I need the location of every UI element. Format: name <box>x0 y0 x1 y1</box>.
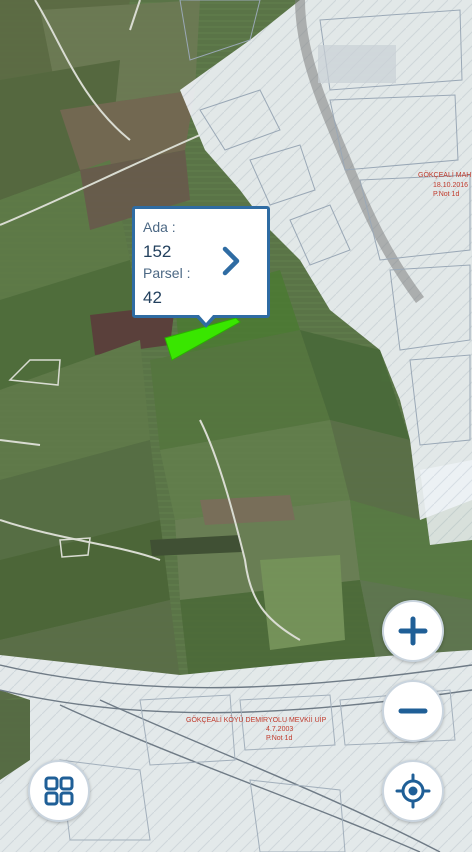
map-label-village: GÖKÇEALİ MAH <box>418 170 471 179</box>
ada-value: 152 <box>143 242 172 261</box>
minus-icon <box>398 708 428 714</box>
zoom-in-button[interactable] <box>382 600 444 662</box>
parsel-label: Parsel : <box>143 265 191 281</box>
map-label-rail-plan-title: GÖKÇEALİ KÖYÜ DEMİRYOLU MEVKİİ UİP <box>186 715 327 724</box>
map-label-rail-plan-note: P.Not 1d <box>266 735 292 742</box>
grid-four-squares-icon <box>44 776 74 806</box>
map-label-rail-date: 4.7.2003 <box>266 726 293 733</box>
zoning-plan-overlay-bottom: GÖKÇEALİ KÖYÜ DEMİRYOLU MEVKİİ UİP 4.7.2… <box>0 650 472 852</box>
parcel-info-popup[interactable]: Ada : 152 Parsel : 42 <box>132 206 270 328</box>
crosshair-target-icon <box>395 773 431 809</box>
map-label-date: 18.10.2016 <box>433 182 468 189</box>
ada-label: Ada : <box>143 219 176 235</box>
plus-icon <box>398 616 428 646</box>
chevron-right-icon[interactable] <box>219 243 245 279</box>
parsel-value: 42 <box>143 288 162 307</box>
map-label-plan: P.Not 1d <box>433 191 459 198</box>
zoom-out-button[interactable] <box>382 680 444 742</box>
menu-grid-button[interactable] <box>28 760 90 822</box>
locate-me-button[interactable] <box>382 760 444 822</box>
